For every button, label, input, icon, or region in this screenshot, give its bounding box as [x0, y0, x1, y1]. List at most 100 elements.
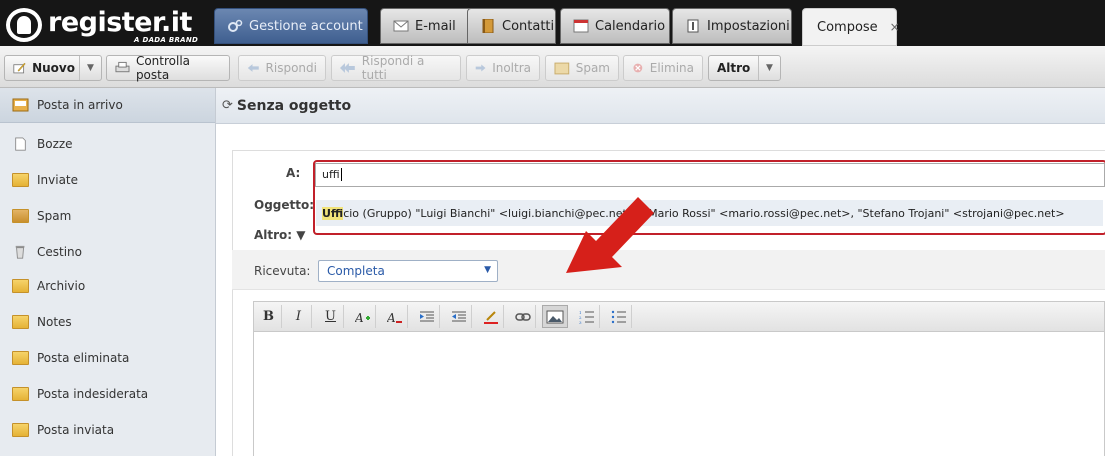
- forward-label: Inoltra: [492, 61, 531, 75]
- spam-folder-icon: [12, 208, 29, 223]
- sidebar-item-label: Posta indesiderata: [37, 386, 149, 401]
- sidebar-item-label: Archivio: [37, 278, 86, 293]
- sidebar-item-sent-mail[interactable]: Posta inviata: [0, 412, 215, 447]
- chevron-down-icon: ▼: [484, 265, 491, 275]
- address-book-icon: [482, 19, 494, 33]
- unordered-list-icon: [611, 310, 626, 323]
- reply-label: Rispondi: [265, 61, 317, 75]
- editor-toolbar: B I U A A 123: [254, 302, 1104, 332]
- reply-all-icon: [340, 63, 355, 73]
- delete-icon: [633, 63, 643, 73]
- subject-label: Oggetto:: [254, 198, 315, 212]
- more-button[interactable]: Altro ▼: [708, 55, 781, 81]
- unordered-list-button[interactable]: [606, 305, 632, 328]
- font-color-plus-icon: A: [355, 311, 370, 324]
- trash-icon: [15, 245, 25, 259]
- chevron-down-icon[interactable]: ▼: [758, 56, 780, 80]
- indent-icon: [451, 311, 466, 321]
- svg-text:A: A: [387, 311, 396, 324]
- highlight-button[interactable]: [478, 305, 504, 328]
- chevron-down-icon[interactable]: ▼: [79, 56, 101, 80]
- sidebar-item-label: Bozze: [37, 136, 73, 151]
- check-mail-label: Controlla posta: [135, 54, 191, 82]
- link-icon: [514, 312, 531, 321]
- folder-sidebar: Posta in arrivo Bozze Inviate Spam Cesti…: [0, 88, 216, 456]
- calendar-icon: [573, 19, 589, 33]
- mail-toolbar: Nuovo ▼ Controlla posta Rispondi Rispond…: [0, 46, 1105, 88]
- spam-icon: [554, 62, 570, 75]
- message-editor[interactable]: B I U A A 123: [253, 301, 1105, 456]
- sidebar-item-label: Inviate: [37, 172, 79, 187]
- tab-label: Gestione account: [249, 18, 363, 34]
- sidebar-item-deleted-mail[interactable]: Posta eliminata: [0, 340, 215, 375]
- italic-button[interactable]: I: [286, 305, 312, 328]
- sidebar-item-junk-mail[interactable]: Posta indesiderata: [0, 376, 215, 411]
- new-button[interactable]: Nuovo ▼: [4, 55, 102, 81]
- refresh-icon[interactable]: ⟳: [222, 98, 233, 113]
- receipt-select[interactable]: Completa ▼: [318, 260, 498, 282]
- highlight-box: [313, 160, 1105, 235]
- inbox-icon: [12, 98, 29, 112]
- printer-icon: [115, 61, 130, 73]
- more-label: Altro: [717, 61, 751, 75]
- bold-button[interactable]: B: [256, 305, 282, 328]
- tab-contacts[interactable]: Contatti: [467, 8, 556, 44]
- tab-email[interactable]: E-mail: [380, 8, 476, 44]
- sidebar-item-archive[interactable]: Archivio: [0, 268, 215, 303]
- link-button[interactable]: [510, 305, 536, 328]
- sidebar-item-drafts[interactable]: Bozze: [0, 126, 215, 161]
- brand-logo[interactable]: register.it A DADA BRAND: [6, 6, 206, 46]
- tab-label: Impostazioni: [707, 18, 790, 34]
- forward-button[interactable]: Inoltra: [466, 55, 540, 81]
- reply-button[interactable]: Rispondi: [238, 55, 326, 81]
- compose-icon: [13, 62, 26, 74]
- svg-text:A: A: [355, 311, 364, 324]
- reply-all-button[interactable]: Rispondi a tutti: [331, 54, 461, 82]
- image-icon: [546, 310, 564, 323]
- outdent-button[interactable]: [414, 305, 440, 328]
- outdent-icon: [419, 311, 434, 321]
- ordered-list-button[interactable]: 123: [574, 305, 600, 328]
- delete-button[interactable]: Elimina: [623, 55, 703, 81]
- gears-icon: [228, 19, 243, 32]
- tab-label: Calendario: [595, 18, 666, 34]
- close-tab-icon[interactable]: ×: [890, 20, 900, 34]
- sidebar-item-trash[interactable]: Cestino: [0, 234, 215, 269]
- sidebar-item-notes[interactable]: Notes: [0, 304, 215, 339]
- sidebar-item-label: Posta inviata: [37, 422, 115, 437]
- svg-text:3: 3: [579, 320, 582, 324]
- clear-format-button[interactable]: A: [382, 305, 408, 328]
- folder-icon: [12, 386, 29, 401]
- brand-subtitle: A DADA BRAND: [134, 36, 199, 44]
- sidebar-item-label: Posta in arrivo: [37, 98, 123, 112]
- underline-button[interactable]: U: [318, 305, 344, 328]
- sidebar-item-label: Spam: [37, 208, 72, 223]
- indent-button[interactable]: [446, 305, 472, 328]
- tab-calendar[interactable]: Calendario: [560, 8, 670, 44]
- reply-all-label: Rispondi a tutti: [361, 54, 425, 82]
- folder-icon: [12, 314, 29, 329]
- envelope-icon: [393, 20, 409, 32]
- sent-folder-icon: [12, 172, 29, 187]
- folder-icon: [12, 422, 29, 437]
- tab-account[interactable]: Gestione account: [214, 8, 368, 44]
- tab-settings[interactable]: Impostazioni: [672, 8, 792, 44]
- folder-icon: [12, 278, 29, 293]
- spam-button[interactable]: Spam: [545, 55, 619, 81]
- sidebar-item-label: Notes: [37, 314, 72, 329]
- highlight-icon: [483, 310, 498, 324]
- receipt-value: Completa: [327, 264, 385, 278]
- tab-compose[interactable]: Compose ×: [802, 8, 900, 46]
- font-color-button[interactable]: A: [350, 305, 376, 328]
- sidebar-item-inbox[interactable]: Posta in arrivo: [0, 88, 215, 123]
- sidebar-item-label: Cestino: [37, 244, 82, 259]
- to-label: A:: [286, 166, 301, 180]
- more-options-toggle[interactable]: Altro: ▼: [254, 228, 306, 242]
- check-mail-button[interactable]: Controlla posta: [106, 54, 230, 82]
- delete-label: Elimina: [649, 61, 694, 75]
- new-label: Nuovo: [32, 61, 75, 75]
- sidebar-item-spam[interactable]: Spam: [0, 198, 215, 233]
- tab-label: Contatti: [502, 18, 555, 34]
- sidebar-item-sent[interactable]: Inviate: [0, 162, 215, 197]
- image-button[interactable]: [542, 305, 568, 328]
